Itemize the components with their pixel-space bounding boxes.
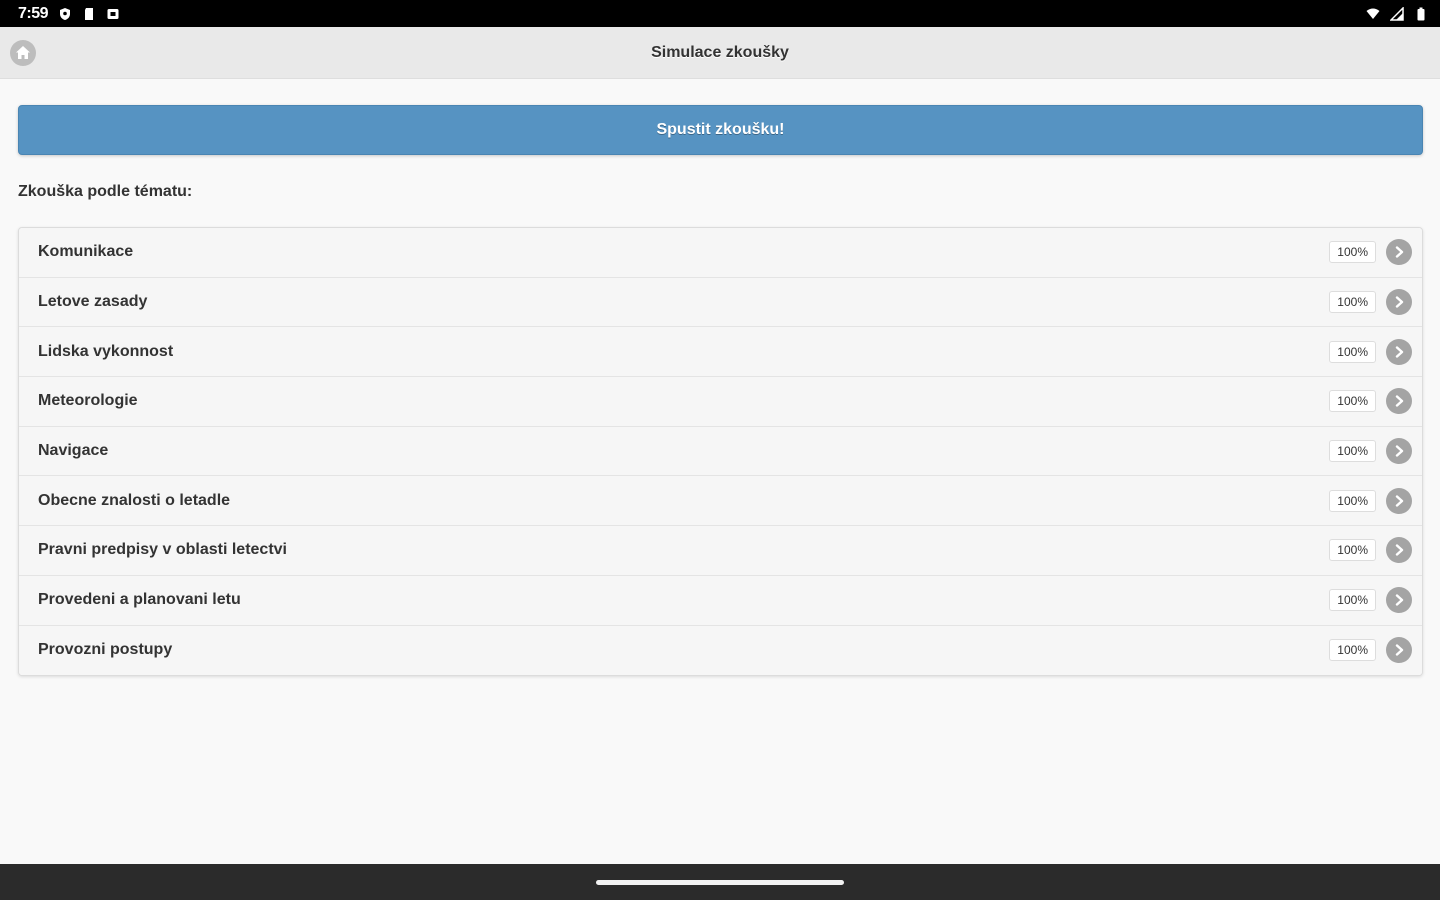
topic-item-letove-zasady[interactable]: Letove zasady 100%	[19, 277, 1422, 328]
app-header: Simulace zkoušky	[0, 27, 1440, 79]
topic-right: 100%	[1329, 537, 1412, 564]
topic-label: Meteorologie	[38, 392, 138, 410]
wifi-icon	[1366, 7, 1380, 21]
count-badge: 100%	[1329, 340, 1376, 363]
topic-label: Obecne znalosti o letadle	[38, 491, 231, 509]
chevron-right-icon	[1386, 289, 1412, 316]
chevron-right-icon	[1386, 637, 1412, 664]
count-badge: 100%	[1329, 539, 1376, 562]
topic-item-komunikace[interactable]: Komunikace 100%	[19, 228, 1422, 278]
count-badge: 100%	[1329, 589, 1376, 612]
status-bar: 7:59	[0, 0, 1440, 27]
count-badge: 100%	[1329, 291, 1376, 314]
battery-icon	[1414, 7, 1428, 21]
topic-label: Provozni postupy	[38, 641, 173, 659]
topic-right: 100%	[1329, 289, 1412, 316]
count-badge: 100%	[1329, 390, 1376, 413]
topic-item-lidska-vykonnost[interactable]: Lidska vykonnost 100%	[19, 327, 1422, 378]
start-exam-button[interactable]: Spustit zkoušku!	[18, 105, 1423, 155]
topic-right: 100%	[1329, 637, 1412, 664]
chevron-right-icon	[1386, 487, 1412, 514]
chevron-right-icon	[1386, 537, 1412, 564]
count-badge: 100%	[1329, 489, 1376, 512]
home-button[interactable]	[10, 40, 36, 66]
chevron-right-icon	[1386, 388, 1412, 415]
topic-right: 100%	[1329, 438, 1412, 465]
topic-item-pravni-predpisy[interactable]: Pravni predpisy v oblasti letectvi 100%	[19, 526, 1422, 576]
screenshot-icon	[106, 7, 120, 21]
topic-right: 100%	[1329, 587, 1412, 614]
count-badge: 100%	[1329, 440, 1376, 463]
topic-label: Provedeni a planovani letu	[38, 591, 241, 609]
chevron-right-icon	[1386, 239, 1412, 266]
status-time: 7:59	[18, 4, 49, 22]
status-left: 7:59	[18, 5, 120, 23]
system-nav-bar	[0, 864, 1440, 900]
topic-label: Pravni predpisy v oblasti letectvi	[38, 541, 287, 559]
status-right	[1366, 6, 1428, 21]
shield-icon	[58, 7, 72, 21]
section-label: Zkouška podle tématu:	[18, 183, 193, 200]
signal-icon	[1390, 6, 1404, 21]
topic-item-navigace[interactable]: Navigace 100%	[19, 426, 1422, 477]
page-title: Simulace zkoušky	[651, 43, 789, 61]
sd-card-icon	[82, 7, 96, 21]
topic-label: Letove zasady	[38, 293, 148, 311]
topic-right: 100%	[1329, 338, 1412, 365]
topic-right: 100%	[1329, 388, 1412, 415]
chevron-right-icon	[1386, 587, 1412, 614]
main-content: Spustit zkoušku! Zkouška podle tématu: K…	[18, 105, 1423, 677]
topic-label: Komunikace	[38, 243, 134, 261]
topic-label: Navigace	[38, 442, 109, 460]
count-badge: 100%	[1329, 639, 1376, 662]
chevron-right-icon	[1386, 338, 1412, 365]
home-icon	[16, 46, 30, 59]
topic-right: 100%	[1329, 487, 1412, 514]
topic-list: Komunikace 100% Letove zasady 100% Lidsk…	[18, 227, 1423, 677]
topic-item-meteorologie[interactable]: Meteorologie 100%	[19, 377, 1422, 427]
count-badge: 100%	[1329, 241, 1376, 264]
topic-item-provozni-postupy[interactable]: Provozni postupy 100%	[19, 625, 1422, 676]
topic-item-obecne-znalosti[interactable]: Obecne znalosti o letadle 100%	[19, 476, 1422, 527]
home-indicator[interactable]	[596, 880, 844, 885]
topic-label: Lidska vykonnost	[38, 342, 174, 360]
topic-right: 100%	[1329, 239, 1412, 266]
topic-item-provedeni-planovani[interactable]: Provedeni a planovani letu 100%	[19, 575, 1422, 626]
chevron-right-icon	[1386, 438, 1412, 465]
